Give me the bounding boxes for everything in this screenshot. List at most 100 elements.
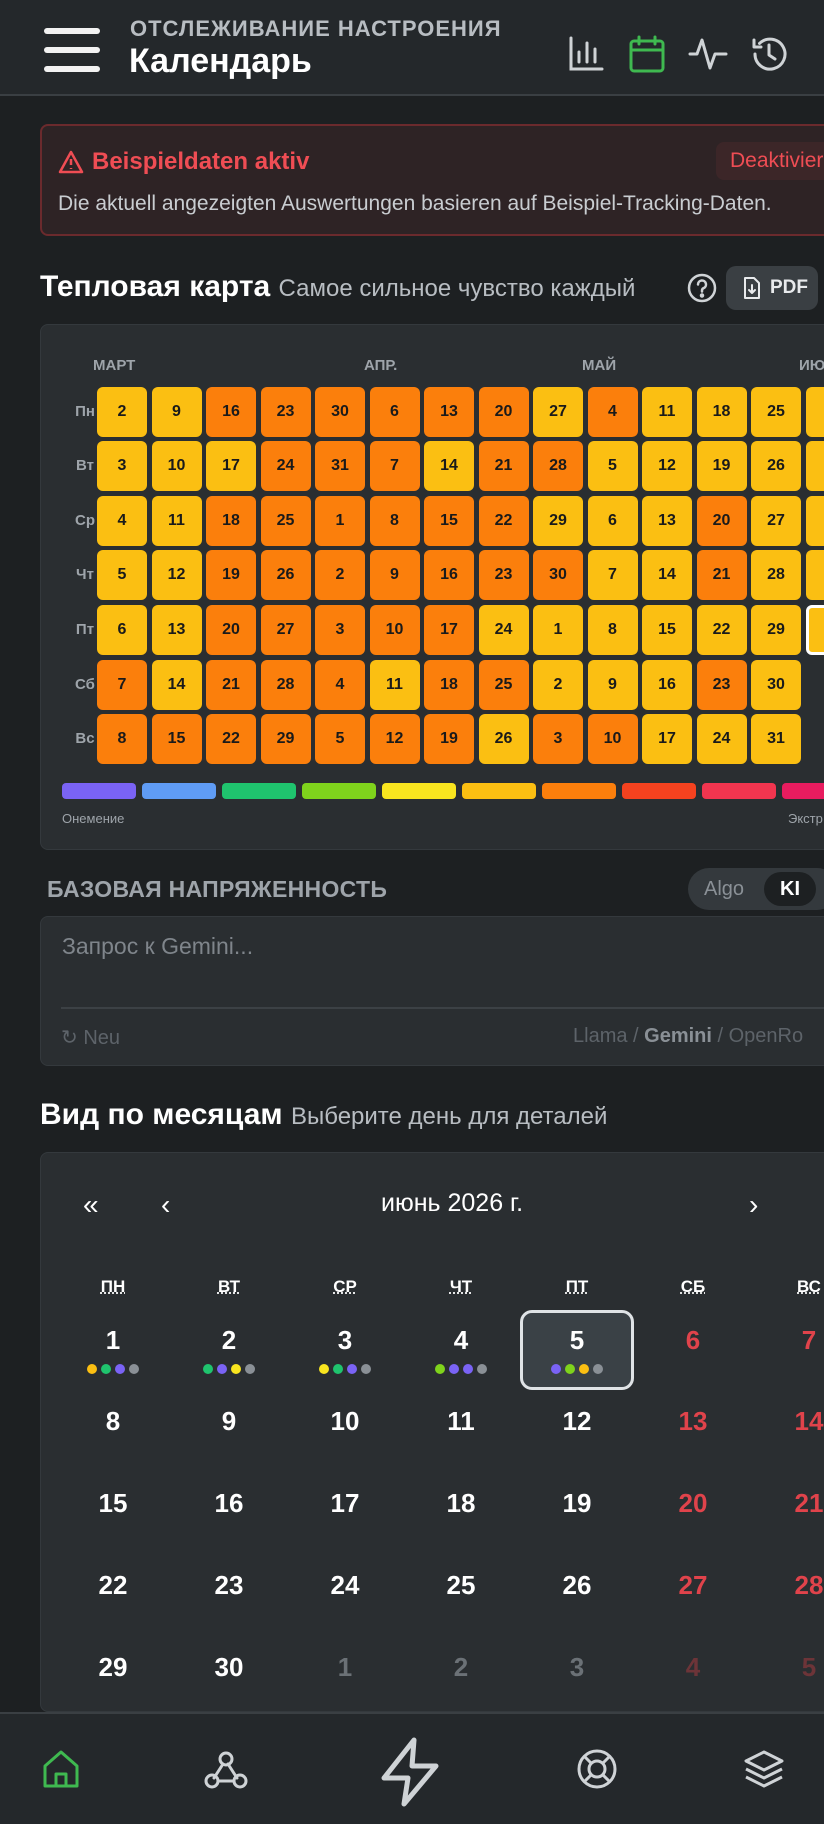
calendar-day[interactable]: 6 <box>653 1325 733 1356</box>
calendar-day[interactable]: 22 <box>73 1570 153 1601</box>
calendar-day[interactable]: 21 <box>769 1488 824 1519</box>
heatmap-cell[interactable]: 15 <box>151 714 202 764</box>
heatmap-cell[interactable]: 29 <box>533 496 583 546</box>
heatmap-cell[interactable]: 7 <box>587 550 638 600</box>
layers-icon[interactable] <box>742 1748 786 1790</box>
calendar-day[interactable]: 5 <box>769 1652 824 1683</box>
calendar-icon[interactable] <box>627 34 667 74</box>
heatmap-cell[interactable]: 28 <box>751 550 801 600</box>
heatmap-cell[interactable]: 16 <box>642 660 692 710</box>
heatmap-cell[interactable]: 31 <box>315 441 365 491</box>
heatmap-cell[interactable] <box>805 605 824 655</box>
heatmap-cell[interactable]: 1 <box>315 496 365 546</box>
calendar-day[interactable]: 29 <box>73 1652 153 1683</box>
heatmap-cell[interactable]: 11 <box>642 387 692 437</box>
heatmap-cell[interactable]: 21 <box>696 550 747 600</box>
heatmap-cell[interactable]: 18 <box>424 660 474 710</box>
lifebuoy-icon[interactable] <box>576 1748 618 1790</box>
heatmap-cell[interactable]: 20 <box>206 605 256 655</box>
heatmap-cell[interactable]: 18 <box>696 387 747 437</box>
calendar-day[interactable]: 14 <box>769 1406 824 1437</box>
heatmap-cell[interactable]: 13 <box>151 605 202 655</box>
calendar-day[interactable]: 2 <box>421 1652 501 1683</box>
lightning-icon[interactable] <box>374 1736 446 1808</box>
heatmap-cell[interactable]: 23 <box>260 387 311 437</box>
heatmap-cell[interactable] <box>805 496 824 546</box>
heatmap-cell[interactable]: 15 <box>424 496 474 546</box>
prev-month-button[interactable]: ‹ <box>161 1189 170 1221</box>
heatmap-cell[interactable] <box>805 387 824 437</box>
heatmap-cell[interactable]: 27 <box>751 496 801 546</box>
heatmap-cell[interactable]: 22 <box>478 496 529 546</box>
calendar-day[interactable]: 28 <box>769 1570 824 1601</box>
calendar-day[interactable]: 13 <box>653 1406 733 1437</box>
heatmap-cell[interactable]: 20 <box>478 387 529 437</box>
calendar-day[interactable]: 3 <box>305 1325 385 1356</box>
calendar-day[interactable]: 12 <box>537 1406 617 1437</box>
heatmap-cell[interactable]: 28 <box>533 441 583 491</box>
calendar-day[interactable]: 8 <box>73 1406 153 1437</box>
toggle-ki[interactable]: KI <box>764 872 816 906</box>
heatmap-cell[interactable]: 23 <box>478 550 529 600</box>
calendar-day[interactable]: 2 <box>189 1325 269 1356</box>
webhook-icon[interactable] <box>204 1748 248 1790</box>
model-gemini[interactable]: Gemini <box>644 1025 712 1047</box>
pdf-export-button[interactable]: PDF <box>726 266 818 310</box>
heatmap-cell[interactable]: 14 <box>151 660 202 710</box>
model-openrouter[interactable]: OpenRo <box>729 1025 804 1047</box>
heatmap-cell[interactable]: 17 <box>206 441 256 491</box>
heatmap-cell[interactable]: 17 <box>642 714 692 764</box>
heatmap-cell[interactable]: 11 <box>369 660 420 710</box>
heatmap-cell[interactable]: 8 <box>97 714 147 764</box>
heatmap-cell[interactable]: 5 <box>97 550 147 600</box>
heatmap-cell[interactable]: 14 <box>424 441 474 491</box>
heatmap-cell[interactable]: 30 <box>751 660 801 710</box>
calendar-day[interactable]: 4 <box>653 1652 733 1683</box>
heatmap-cell[interactable]: 30 <box>533 550 583 600</box>
heatmap-cell[interactable]: 19 <box>696 441 747 491</box>
calendar-day[interactable]: 19 <box>537 1488 617 1519</box>
heatmap-cell[interactable]: 12 <box>369 714 420 764</box>
heatmap-cell[interactable]: 3 <box>533 714 583 764</box>
heatmap-cell[interactable]: 24 <box>478 605 529 655</box>
query-input[interactable]: Запрос к Gemini... <box>62 933 253 960</box>
heatmap-cell[interactable]: 15 <box>642 605 692 655</box>
calendar-day[interactable]: 9 <box>189 1406 269 1437</box>
calendar-day[interactable]: 10 <box>305 1406 385 1437</box>
calendar-day[interactable]: 30 <box>189 1652 269 1683</box>
calendar-day[interactable]: 3 <box>537 1652 617 1683</box>
heatmap-cell[interactable]: 9 <box>369 550 420 600</box>
heatmap-cell[interactable]: 7 <box>369 441 420 491</box>
heatmap-cell[interactable]: 6 <box>369 387 420 437</box>
heatmap-cell[interactable]: 13 <box>642 496 692 546</box>
heatmap-cell[interactable]: 20 <box>696 496 747 546</box>
calendar-day[interactable]: 1 <box>305 1652 385 1683</box>
heatmap-cell[interactable]: 6 <box>97 605 147 655</box>
heatmap-cell[interactable]: 23 <box>696 660 747 710</box>
heatmap-cell[interactable]: 31 <box>751 714 801 764</box>
heatmap-cell[interactable]: 28 <box>260 660 311 710</box>
model-llama[interactable]: Llama <box>573 1025 627 1047</box>
heatmap-cell[interactable]: 3 <box>97 441 147 491</box>
calendar-day[interactable]: 16 <box>189 1488 269 1519</box>
heatmap-cell[interactable]: 9 <box>151 387 202 437</box>
menu-icon[interactable] <box>44 28 100 72</box>
heatmap-cell[interactable]: 3 <box>315 605 365 655</box>
algo-ki-toggle[interactable]: Algo KI <box>688 868 824 910</box>
heatmap-cell[interactable]: 24 <box>260 441 311 491</box>
heatmap-cell[interactable]: 21 <box>206 660 256 710</box>
calendar-day[interactable]: 5 <box>537 1325 617 1356</box>
heatmap-cell[interactable]: 8 <box>587 605 638 655</box>
calendar-day[interactable]: 1 <box>73 1325 153 1356</box>
home-icon[interactable] <box>41 1748 81 1790</box>
calendar-day[interactable]: 25 <box>421 1570 501 1601</box>
heatmap-cell[interactable]: 25 <box>260 496 311 546</box>
activity-icon[interactable] <box>688 34 728 74</box>
heatmap-cell[interactable]: 10 <box>369 605 420 655</box>
heatmap-cell[interactable]: 4 <box>587 387 638 437</box>
heatmap-cell[interactable]: 5 <box>587 441 638 491</box>
prev-year-button[interactable]: « <box>83 1189 99 1221</box>
heatmap-cell[interactable]: 12 <box>151 550 202 600</box>
heatmap-cell[interactable]: 30 <box>315 387 365 437</box>
calendar-day[interactable]: 15 <box>73 1488 153 1519</box>
